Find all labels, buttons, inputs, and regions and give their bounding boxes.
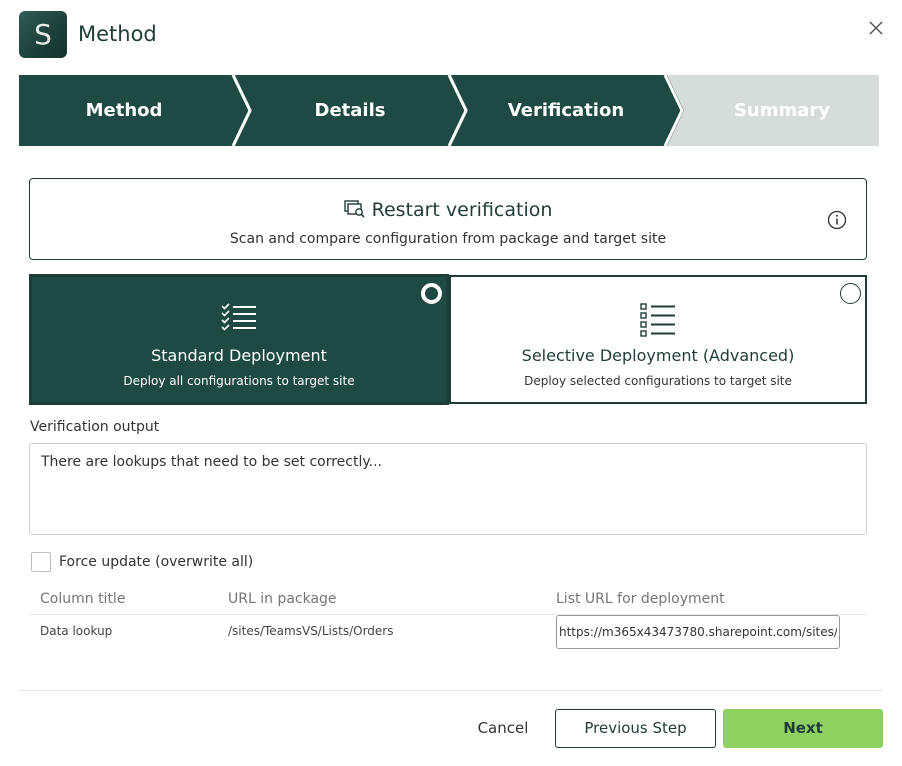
- restart-verification-title: Restart verification: [30, 199, 866, 224]
- wizard-stepper: Method Details Verification Summary: [19, 75, 879, 146]
- list-url-input[interactable]: [556, 615, 840, 649]
- info-icon[interactable]: [827, 210, 847, 230]
- method-dialog: S Method Method Details Verification Sum…: [0, 0, 902, 766]
- footer-divider: [19, 690, 883, 691]
- app-logo: S: [19, 11, 67, 58]
- verification-output-label: Verification output: [30, 419, 160, 435]
- restart-verification-label: Restart verification: [371, 199, 553, 221]
- column-header-column-title: Column title: [40, 591, 126, 607]
- force-update-checkbox[interactable]: [31, 552, 51, 572]
- standard-deployment-option[interactable]: Standard Deployment Deploy all configura…: [29, 274, 449, 405]
- selective-deployment-option[interactable]: Selective Deployment (Advanced) Deploy s…: [449, 275, 867, 404]
- cancel-button[interactable]: Cancel: [468, 709, 538, 748]
- row-url-in-package: /sites/TeamsVS/Lists/Orders: [228, 624, 394, 638]
- verification-output-textarea[interactable]: There are lookups that need to be set co…: [29, 443, 867, 535]
- step-method[interactable]: Method: [19, 75, 229, 146]
- column-header-url-in-package: URL in package: [228, 591, 337, 607]
- previous-step-button[interactable]: Previous Step: [555, 709, 716, 748]
- standard-deployment-radio[interactable]: [421, 283, 442, 304]
- row-column-title: Data lookup: [40, 624, 113, 638]
- list-icon: [640, 303, 676, 342]
- restart-verification-subtitle: Scan and compare configuration from pack…: [229, 231, 667, 247]
- step-verification[interactable]: Verification: [461, 75, 671, 146]
- step-details[interactable]: Details: [245, 75, 455, 146]
- dialog-title: Method: [78, 22, 157, 46]
- column-header-list-url: List URL for deployment: [556, 591, 725, 607]
- restart-verification-button[interactable]: Restart verification Scan and compare co…: [29, 178, 867, 260]
- standard-deployment-title: Standard Deployment: [151, 346, 327, 365]
- restart-scan-icon: [343, 199, 366, 224]
- selective-deployment-title: Selective Deployment (Advanced): [521, 346, 795, 365]
- checklist-icon: [221, 303, 257, 336]
- force-update-label[interactable]: Force update (overwrite all): [59, 554, 253, 570]
- selective-deployment-radio[interactable]: [840, 283, 861, 304]
- standard-deployment-subtitle: Deploy all configurations to target site: [123, 374, 355, 388]
- close-icon[interactable]: [866, 18, 886, 38]
- next-button[interactable]: Next: [723, 709, 883, 748]
- selective-deployment-subtitle: Deploy selected configurations to target…: [524, 374, 792, 388]
- step-summary: Summary: [733, 100, 831, 121]
